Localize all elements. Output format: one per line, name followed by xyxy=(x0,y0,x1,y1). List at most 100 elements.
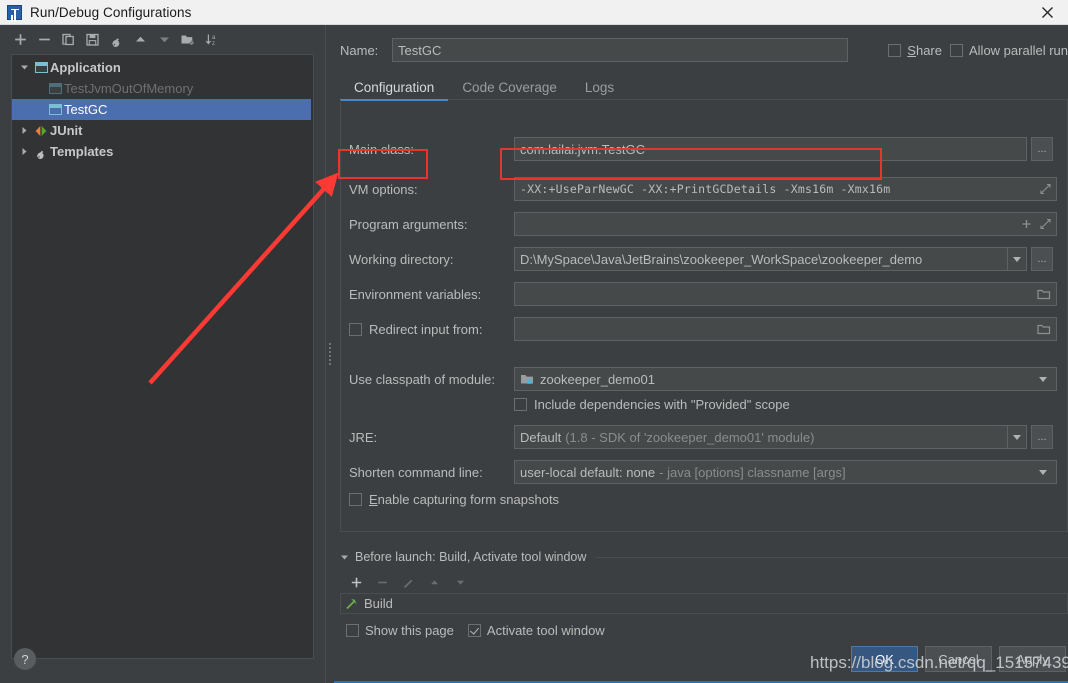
redirect-input-checkbox[interactable] xyxy=(349,322,362,336)
enable-form-snapshots-checkbox[interactable] xyxy=(349,493,362,506)
close-icon[interactable] xyxy=(1026,0,1068,25)
junit-icon xyxy=(32,125,50,137)
tab-configuration[interactable]: Configuration xyxy=(340,80,449,101)
show-this-page-checkbox-box[interactable] xyxy=(346,623,359,637)
use-classpath-of-module-label: Use classpath of module: xyxy=(349,371,495,387)
working-directory-dropdown-button[interactable] xyxy=(1007,248,1026,270)
tree-node-label: JUnit xyxy=(50,123,83,138)
allow-parallel-run-label: Allow parallel run xyxy=(969,42,1068,58)
splitter-grip-icon xyxy=(329,343,331,365)
chevron-down-icon xyxy=(1013,256,1021,262)
show-this-page-label: Show this page xyxy=(365,622,454,638)
chevron-down-icon xyxy=(1038,469,1047,475)
panel-splitter[interactable] xyxy=(325,25,334,683)
name-label: Name: xyxy=(340,42,379,58)
main-class-input[interactable]: com.lailai.jvm.TestGC xyxy=(514,137,1027,161)
working-directory-browse-button[interactable]: ... xyxy=(1031,247,1053,271)
add-task-button[interactable] xyxy=(345,571,367,593)
wrench-icon xyxy=(32,145,50,159)
move-task-down-button xyxy=(449,571,471,593)
svg-text:z: z xyxy=(212,41,215,47)
main-class-row: Main class: com.lailai.jvm.TestGC ... xyxy=(349,137,1061,161)
new-folder-button[interactable] xyxy=(177,28,199,50)
redirect-input-row: Redirect input from: xyxy=(349,317,1061,341)
tab-logs[interactable]: Logs xyxy=(571,80,628,101)
redirect-input-field[interactable] xyxy=(514,317,1057,341)
tree-node-testgc[interactable]: TestGC xyxy=(12,99,311,120)
shorten-command-line-value-strong: user-local default: none xyxy=(520,464,656,480)
tab-code-coverage[interactable]: Code Coverage xyxy=(448,80,571,101)
tree-node-label: Application xyxy=(50,60,121,75)
watermark-text: https://blog.csdn.net/qq_15157439 xyxy=(810,653,1068,672)
tree-node-junit[interactable]: JUnit xyxy=(12,120,313,141)
show-this-page-checkbox[interactable]: Show this page xyxy=(346,623,454,638)
program-arguments-label: Program arguments: xyxy=(349,216,468,232)
main-class-browse-label: ... xyxy=(1037,143,1047,155)
remove-configuration-button[interactable] xyxy=(33,28,55,50)
folder-icon[interactable] xyxy=(1037,288,1051,300)
chevron-down-icon xyxy=(1038,376,1047,382)
chevron-down-icon[interactable] xyxy=(340,553,349,562)
save-configuration-button[interactable] xyxy=(81,28,103,50)
activate-tool-window-checkbox-box[interactable] xyxy=(467,623,481,637)
move-up-button[interactable] xyxy=(129,28,151,50)
edit-templates-button[interactable] xyxy=(105,28,127,50)
tree-node-testjvmoutofmemory[interactable]: TestJvmOutOfMemory xyxy=(12,78,313,99)
vm-options-input[interactable]: -XX:+UseParNewGC -XX:+PrintGCDetails -Xm… xyxy=(514,177,1057,201)
move-task-up-button xyxy=(423,571,445,593)
jre-dropdown[interactable]: Default (1.8 - SDK of 'zookeeper_demo01'… xyxy=(514,425,1027,449)
before-launch-header: Before launch: Build, Activate tool wind… xyxy=(340,549,1068,565)
main-class-browse-button[interactable]: ... xyxy=(1031,137,1053,161)
activate-tool-window-checkbox[interactable]: Activate tool window xyxy=(467,622,605,638)
before-launch-task-list[interactable]: Build xyxy=(340,593,1068,614)
working-directory-label: Working directory: xyxy=(349,251,454,267)
environment-variables-input[interactable] xyxy=(514,282,1057,306)
chevron-right-icon[interactable] xyxy=(16,126,32,135)
before-launch-checkboxes: Show this page Activate tool window xyxy=(340,620,1068,640)
editor-tabs: Configuration Code Coverage Logs xyxy=(340,74,1068,101)
chevron-down-icon[interactable] xyxy=(16,63,32,72)
include-provided-scope-checkbox[interactable] xyxy=(514,398,527,411)
application-icon xyxy=(46,104,64,115)
chevron-right-icon[interactable] xyxy=(16,147,32,156)
share-checkbox-box[interactable] xyxy=(888,43,902,57)
configuration-editor: Name: TestGC Share Allow parallel run Co… xyxy=(334,25,1068,683)
jre-dropdown-button[interactable] xyxy=(1007,426,1026,448)
share-label: Share xyxy=(907,42,942,58)
shorten-command-line-dropdown-button[interactable] xyxy=(1033,461,1052,483)
chevron-down-icon xyxy=(1013,434,1021,440)
name-input[interactable]: TestGC xyxy=(392,38,848,62)
add-configuration-button[interactable] xyxy=(9,28,31,50)
allow-parallel-run-checkbox[interactable]: Allow parallel run xyxy=(950,43,1068,58)
expand-icon[interactable] xyxy=(1040,183,1051,195)
folder-icon[interactable] xyxy=(1037,323,1051,335)
configurations-tree[interactable]: Application TestJvmOutOfMemory TestGC JU… xyxy=(11,54,314,659)
allow-parallel-run-checkbox-box[interactable] xyxy=(950,43,963,57)
enable-form-snapshots-row[interactable]: Enable capturing form snapshots xyxy=(349,492,559,507)
environment-variables-label: Environment variables: xyxy=(349,286,482,302)
expand-icon[interactable] xyxy=(1040,218,1051,230)
include-provided-scope-row[interactable]: Include dependencies with "Provided" sco… xyxy=(514,397,790,412)
sort-configurations-button[interactable]: a z xyxy=(201,28,223,50)
plus-icon[interactable] xyxy=(1021,219,1032,230)
before-launch-divider xyxy=(596,556,1068,558)
help-button[interactable]: ? xyxy=(14,648,36,670)
shorten-command-line-dropdown[interactable]: user-local default: none - java [options… xyxy=(514,460,1057,484)
shorten-command-line-label: Shorten command line: xyxy=(349,464,483,480)
share-options: Share Allow parallel run xyxy=(888,38,1068,62)
use-classpath-of-module-dropdown[interactable]: zookeeper_demo01 xyxy=(514,367,1057,391)
jre-browse-button[interactable]: ... xyxy=(1031,425,1053,449)
move-down-button[interactable] xyxy=(153,28,175,50)
tree-node-templates[interactable]: Templates xyxy=(12,141,313,162)
share-checkbox[interactable]: Share xyxy=(888,43,942,58)
main-class-label: Main class: xyxy=(349,141,415,157)
jre-value-strong: Default xyxy=(520,429,562,445)
application-icon xyxy=(32,62,50,73)
activate-tool-window-label: Activate tool window xyxy=(486,622,605,638)
use-classpath-of-module-value: zookeeper_demo01 xyxy=(540,371,655,387)
use-classpath-dropdown-button[interactable] xyxy=(1033,368,1052,390)
program-arguments-input[interactable] xyxy=(514,212,1057,236)
copy-configuration-button[interactable] xyxy=(57,28,79,50)
tree-node-application[interactable]: Application xyxy=(12,57,313,78)
working-directory-input[interactable]: D:\MySpace\Java\JetBrains\zookeeper_Work… xyxy=(514,247,1027,271)
